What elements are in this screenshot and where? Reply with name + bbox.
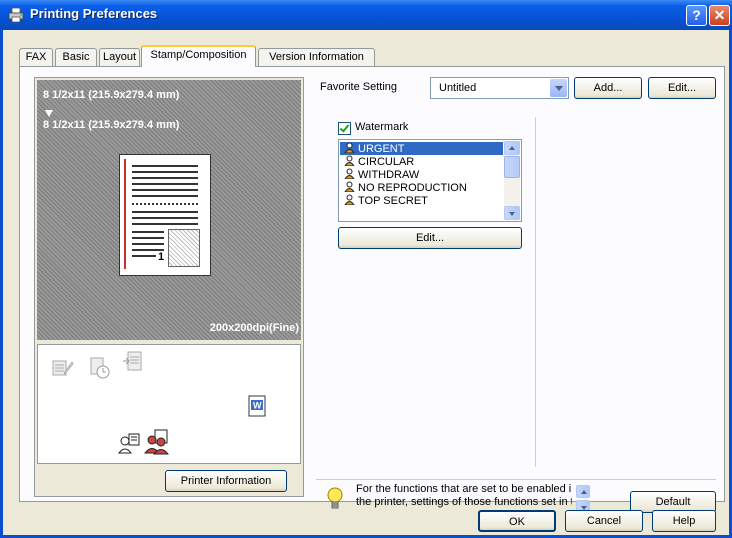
user-group-icon bbox=[144, 429, 170, 455]
user-document-icon bbox=[118, 433, 140, 454]
timer-document-icon bbox=[90, 357, 110, 379]
favorite-setting-label: Favorite Setting bbox=[320, 81, 398, 93]
text-line bbox=[132, 183, 198, 185]
text-line bbox=[132, 171, 198, 173]
word-document-icon: W bbox=[248, 395, 266, 417]
watermark-item-label: CIRCULAR bbox=[358, 156, 415, 168]
tip-text: For the functions that are set to be ena… bbox=[356, 483, 572, 509]
document-edit-icon bbox=[52, 360, 74, 376]
watermark-checkbox[interactable] bbox=[338, 122, 351, 135]
dialog-client-area: FAX Basic Layout Stamp/Composition Versi… bbox=[3, 30, 729, 535]
edit-watermark-button[interactable]: Edit... bbox=[338, 227, 522, 249]
fax-document-icon bbox=[123, 351, 142, 371]
edit-favorite-button[interactable]: Edit... bbox=[648, 77, 716, 99]
tab-layout[interactable]: Layout bbox=[99, 48, 140, 66]
printer-information-button[interactable]: Printer Information bbox=[165, 470, 287, 492]
text-line bbox=[132, 177, 198, 179]
watermark-person-icon bbox=[344, 155, 355, 166]
watermark-person-icon bbox=[344, 142, 355, 153]
list-item[interactable]: TOP SECRET bbox=[340, 194, 503, 207]
list-item[interactable]: CIRCULAR bbox=[340, 155, 503, 168]
close-icon[interactable]: ✕ bbox=[709, 5, 730, 26]
tip-line-2: the printer, settings of those functions… bbox=[356, 496, 572, 508]
text-line bbox=[132, 237, 164, 239]
tab-stamp-composition[interactable]: Stamp/Composition bbox=[141, 45, 256, 67]
scroll-up-icon[interactable] bbox=[504, 141, 520, 155]
text-line bbox=[132, 211, 198, 213]
tip-line-1: For the functions that are set to be ena… bbox=[356, 483, 572, 495]
list-item[interactable]: URGENT bbox=[340, 142, 503, 155]
svg-text:W: W bbox=[253, 401, 262, 411]
ok-button[interactable]: OK bbox=[478, 510, 556, 532]
resolution-text: 200x200dpi(Fine) bbox=[209, 322, 299, 334]
help-button[interactable]: Help bbox=[652, 510, 716, 532]
watermark-person-icon bbox=[344, 181, 355, 192]
favorite-setting-value: Untitled bbox=[439, 82, 477, 94]
tab-version-information[interactable]: Version Information bbox=[258, 48, 375, 66]
list-item[interactable]: WITHDRAW bbox=[340, 168, 503, 181]
text-line bbox=[132, 217, 198, 219]
tip-scrollbar[interactable] bbox=[576, 485, 590, 513]
scrollbar-thumb[interactable] bbox=[504, 156, 520, 178]
page-number: 1 bbox=[158, 251, 165, 263]
title-bar[interactable]: Printing Preferences ? ✕ bbox=[0, 0, 732, 30]
vertical-divider bbox=[535, 117, 536, 467]
page-preview: 8 1/2x11 (215.9x279.4 mm) 8 1/2x11 (215.… bbox=[37, 80, 301, 340]
image-block bbox=[168, 229, 200, 267]
text-line bbox=[132, 243, 164, 245]
lightbulb-icon bbox=[327, 487, 343, 509]
watermark-item-label: WITHDRAW bbox=[358, 169, 420, 181]
horizontal-divider bbox=[316, 479, 716, 480]
watermark-list[interactable]: URGENT CIRCULAR WITHDRAW NO REPRODUCTION… bbox=[338, 139, 522, 222]
favorite-setting-select[interactable]: Untitled bbox=[430, 77, 569, 99]
tab-fax[interactable]: FAX bbox=[19, 48, 53, 66]
text-line bbox=[132, 231, 164, 233]
output-size-text: 8 1/2x11 (215.9x279.4 mm) bbox=[43, 119, 180, 131]
watermark-list-scrollbar[interactable] bbox=[504, 141, 520, 220]
add-favorite-button[interactable]: Add... bbox=[574, 77, 642, 99]
original-size-text: 8 1/2x11 (215.9x279.4 mm) bbox=[43, 89, 180, 101]
cancel-button[interactable]: Cancel bbox=[565, 510, 643, 532]
list-item[interactable]: NO REPRODUCTION bbox=[340, 181, 503, 194]
chevron-down-icon[interactable] bbox=[550, 79, 567, 97]
printer-icon bbox=[8, 7, 24, 23]
page-thumbnail: 1 bbox=[119, 154, 211, 276]
help-icon[interactable]: ? bbox=[686, 5, 707, 26]
scroll-down-icon[interactable] bbox=[504, 206, 520, 220]
text-line bbox=[132, 255, 156, 257]
scroll-up-icon[interactable] bbox=[576, 485, 590, 498]
text-line bbox=[132, 223, 198, 225]
watermark-item-label: URGENT bbox=[358, 143, 405, 155]
watermark-person-icon bbox=[344, 168, 355, 179]
watermark-label[interactable]: Watermark bbox=[355, 121, 408, 133]
stamp-composition-panel: 8 1/2x11 (215.9x279.4 mm) 8 1/2x11 (215.… bbox=[19, 66, 725, 513]
watermark-line bbox=[124, 159, 126, 269]
text-line bbox=[132, 189, 198, 191]
text-line bbox=[132, 195, 198, 197]
dialog-window: Printing Preferences ? ✕ FAX Basic Layou… bbox=[0, 0, 732, 538]
preview-frame: 8 1/2x11 (215.9x279.4 mm) 8 1/2x11 (215.… bbox=[34, 77, 304, 497]
text-line bbox=[132, 165, 198, 167]
function-icons-area: W bbox=[37, 344, 301, 464]
window-title: Printing Preferences bbox=[30, 6, 158, 21]
watermark-item-label: NO REPRODUCTION bbox=[358, 182, 467, 194]
arrow-down-icon bbox=[45, 110, 53, 117]
watermark-item-label: TOP SECRET bbox=[358, 195, 428, 207]
dotted-line bbox=[132, 203, 198, 205]
watermark-person-icon bbox=[344, 194, 355, 205]
tab-basic[interactable]: Basic bbox=[55, 48, 97, 66]
